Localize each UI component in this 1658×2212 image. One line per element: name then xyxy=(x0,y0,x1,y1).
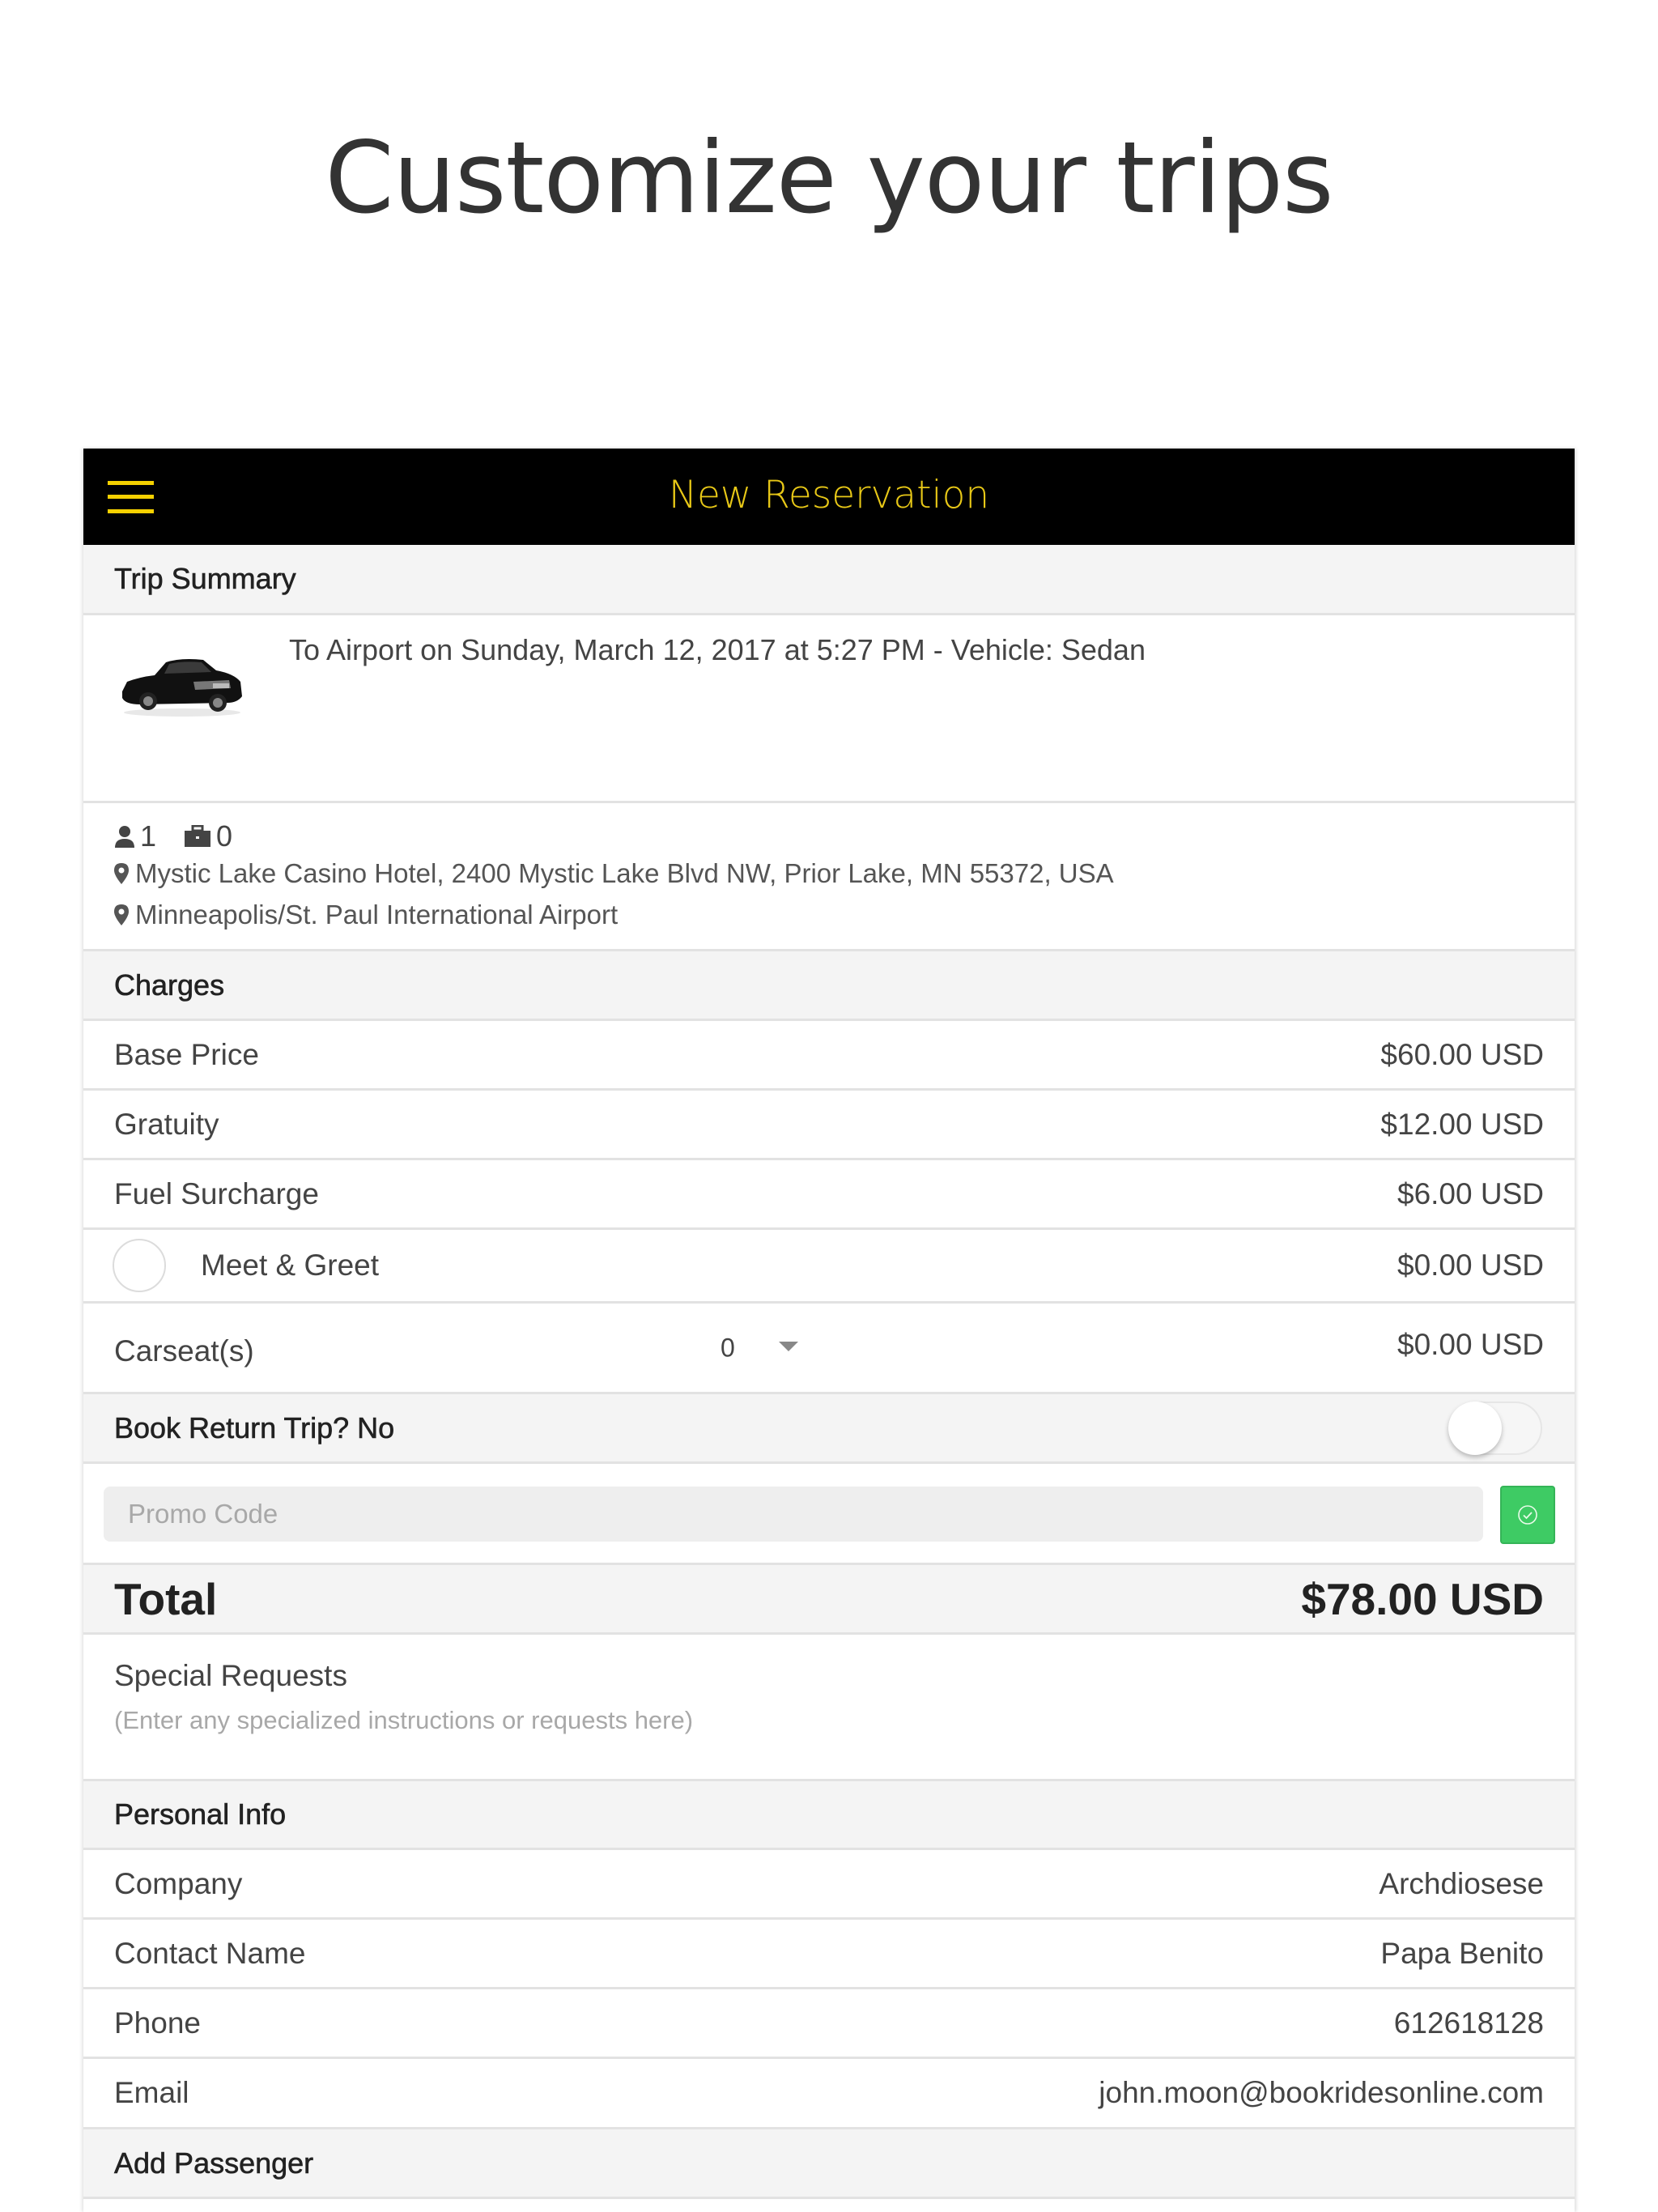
app-bar: New Reservation xyxy=(83,449,1575,545)
section-title: Personal Info xyxy=(114,1797,287,1831)
charge-row-fuel-surcharge: Fuel Surcharge $6.00 USD xyxy=(83,1160,1575,1230)
total-label: Total xyxy=(114,1573,218,1624)
trip-detail: To Airport on Sunday, March 12, 2017 at … xyxy=(83,615,1575,803)
dropoff-location: Minneapolis/St. Paul International Airpo… xyxy=(114,900,618,930)
field-value: Papa Benito xyxy=(1380,1936,1544,1970)
section-title: Charges xyxy=(114,968,225,1002)
check-circle-icon xyxy=(1518,1505,1537,1525)
trip-locations: 1 0 Mystic Lake Casino Hotel, 2400 Mysti… xyxy=(83,803,1575,951)
charge-label: Fuel Surcharge xyxy=(114,1176,319,1210)
promo-row xyxy=(83,1464,1575,1565)
info-row-email[interactable]: Email john.moon@bookridesonline.com xyxy=(83,2059,1575,2129)
return-trip-toggle[interactable] xyxy=(1448,1401,1542,1455)
charge-value: $12.00 USD xyxy=(1380,1107,1544,1141)
apply-promo-button[interactable] xyxy=(1500,1486,1555,1544)
dropoff-address: Minneapolis/St. Paul International Airpo… xyxy=(135,900,619,929)
special-requests-label: Special Requests xyxy=(114,1659,347,1692)
field-label: Company xyxy=(114,1866,243,1900)
map-pin-icon xyxy=(114,904,129,925)
luggage-icon xyxy=(185,825,211,847)
section-header-trip-summary: Trip Summary xyxy=(83,545,1575,615)
charge-row-meet-greet: Meet & Greet $0.00 USD xyxy=(83,1230,1575,1304)
trip-description: To Airport on Sunday, March 12, 2017 at … xyxy=(289,633,1146,666)
charge-row-carseat: Carseat(s) 0 $0.00 USD xyxy=(83,1304,1575,1394)
field-label: Email xyxy=(114,2076,189,2109)
total-value: $78.00 USD xyxy=(1301,1573,1544,1624)
meet-greet-label: Meet & Greet xyxy=(201,1249,380,1282)
promo-code-input[interactable] xyxy=(104,1487,1483,1542)
dropdown-arrow-icon[interactable] xyxy=(779,1341,798,1351)
person-icon xyxy=(115,826,134,848)
field-label: Phone xyxy=(114,2006,201,2040)
carseat-label: Carseat(s) xyxy=(114,1334,254,1368)
carseat-select[interactable]: 0 xyxy=(721,1333,735,1363)
section-title: Trip Summary xyxy=(114,562,296,596)
charge-value: $0.00 USD xyxy=(1397,1327,1544,1361)
field-value: 612618128 xyxy=(1393,2006,1544,2040)
special-requests-input[interactable] xyxy=(114,1706,1490,1735)
info-row-contact-name[interactable]: Contact Name Papa Benito xyxy=(83,1920,1575,1989)
passenger-luggage-counts: 1 0 xyxy=(114,819,232,853)
map-pin-icon xyxy=(114,863,129,884)
charge-row-gratuity: Gratuity $12.00 USD xyxy=(83,1091,1575,1160)
charge-value: $60.00 USD xyxy=(1380,1037,1544,1071)
app-bar-title: New Reservation xyxy=(668,473,990,517)
charge-label: Gratuity xyxy=(114,1107,219,1141)
luggage-count: 0 xyxy=(216,819,233,853)
passenger-count: 1 xyxy=(140,819,157,853)
section-header-charges: Charges xyxy=(83,951,1575,1021)
section-header-add-passenger[interactable]: Add Passenger xyxy=(83,2129,1575,2199)
return-trip-label: Book Return Trip? No xyxy=(114,1410,395,1444)
special-requests: Special Requests xyxy=(83,1635,1575,1781)
info-row-company[interactable]: Company Archdiosese xyxy=(83,1850,1575,1920)
pickup-address: Mystic Lake Casino Hotel, 2400 Mystic La… xyxy=(135,858,1114,888)
charge-row-base-price: Base Price $60.00 USD xyxy=(83,1021,1575,1091)
field-value: john.moon@bookridesonline.com xyxy=(1099,2076,1544,2109)
sedan-car-image xyxy=(122,659,242,717)
toggle-knob xyxy=(1448,1401,1502,1455)
section-title: Add Passenger xyxy=(114,2146,314,2180)
meet-greet-checkbox[interactable] xyxy=(113,1239,166,1292)
total-row: Total $78.00 USD xyxy=(83,1565,1575,1635)
return-trip-row: Book Return Trip? No xyxy=(83,1394,1575,1464)
field-value: Archdiosese xyxy=(1379,1866,1544,1900)
charge-label: Base Price xyxy=(114,1037,259,1071)
field-label: Contact Name xyxy=(114,1936,306,1970)
reservation-card: New Reservation Trip Summary To Airport … xyxy=(83,449,1575,2212)
charge-value: $6.00 USD xyxy=(1397,1176,1544,1210)
pickup-location: Mystic Lake Casino Hotel, 2400 Mystic La… xyxy=(114,858,1114,889)
section-header-personal-info: Personal Info xyxy=(83,1781,1575,1850)
charge-value: $0.00 USD xyxy=(1397,1249,1544,1282)
info-row-phone[interactable]: Phone 612618128 xyxy=(83,1989,1575,2059)
hero-title: Customize your trips xyxy=(325,121,1333,236)
